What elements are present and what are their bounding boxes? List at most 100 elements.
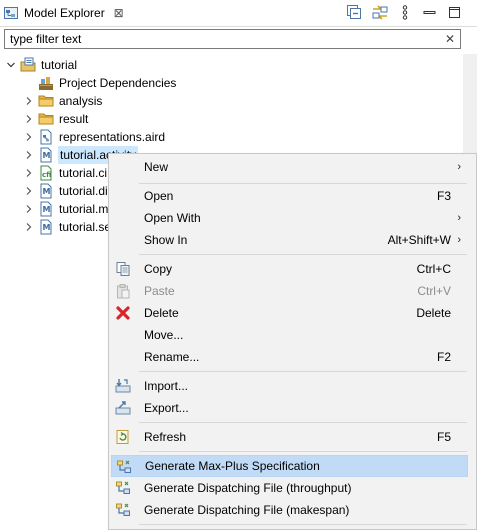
- menu-separator: [139, 451, 467, 452]
- refresh-icon: [115, 429, 131, 445]
- menu-item-delete[interactable]: Delete Delete: [111, 302, 468, 324]
- menu-item-show-in[interactable]: Show In Alt+Shift+W ›: [111, 229, 468, 251]
- collapsed-chevron-icon[interactable]: [24, 132, 34, 142]
- clear-filter-icon[interactable]: ✕: [442, 32, 458, 46]
- menu-item-shortcut: Ctrl+V: [417, 284, 451, 298]
- collapse-all-icon[interactable]: [346, 4, 363, 21]
- menu-item-open[interactable]: Open F3: [111, 185, 468, 207]
- model-file-icon: M: [38, 201, 54, 217]
- view-menu-icon[interactable]: [396, 4, 413, 21]
- tree-item-project-dependencies[interactable]: Project Dependencies: [24, 74, 177, 92]
- tree-item-label: tutorial: [41, 58, 78, 72]
- menu-item-shortcut: Ctrl+C: [416, 262, 451, 276]
- menu-item-open-with[interactable]: Open With ›: [111, 207, 468, 229]
- collapsed-chevron-icon[interactable]: [24, 150, 34, 160]
- menu-item-label: Move...: [144, 328, 184, 342]
- collapsed-chevron-icon[interactable]: [24, 222, 34, 232]
- collapsed-chevron-icon[interactable]: [24, 96, 34, 106]
- svg-text:cfi: cfi: [42, 171, 51, 179]
- menu-item-label: Paste: [144, 284, 175, 298]
- menu-item-export[interactable]: Export...: [111, 397, 468, 419]
- expanded-chevron-icon[interactable]: [6, 60, 16, 70]
- menu-separator: [139, 371, 467, 372]
- menu-item-label: Import...: [144, 379, 189, 393]
- menu-item-label: Generate Max-Plus Specification: [145, 459, 320, 473]
- tree-item-tutorial-di[interactable]: M tutorial.di: [24, 182, 109, 200]
- generate-icon: [115, 480, 131, 496]
- tree-item-label: tutorial.ci: [59, 166, 108, 180]
- copy-icon: [115, 261, 131, 277]
- menu-item-copy[interactable]: Copy Ctrl+C: [111, 258, 468, 280]
- submenu-arrow-icon: ›: [457, 212, 461, 224]
- menu-item-rename[interactable]: Rename... F2: [111, 346, 468, 368]
- menu-separator: [139, 183, 467, 184]
- svg-text:M: M: [43, 223, 51, 232]
- tree-item-result[interactable]: result: [24, 110, 89, 128]
- maximize-icon[interactable]: [446, 4, 463, 21]
- filter-field: ✕: [4, 29, 461, 49]
- menu-item-shortcut: F5: [436, 430, 451, 444]
- menu-item-generate-dispatching-throughput[interactable]: Generate Dispatching File (throughput): [111, 477, 468, 499]
- svg-text:M: M: [43, 151, 51, 160]
- menu-item-generate-max-plus-specification[interactable]: Generate Max-Plus Specification: [111, 455, 468, 477]
- menu-item-label: Rename...: [144, 350, 200, 364]
- tree-item-representations-aird[interactable]: representations.aird: [24, 128, 166, 146]
- tree-item-tutorial-se[interactable]: M tutorial.se: [24, 218, 112, 236]
- menu-item-generate-dispatching-makespan[interactable]: Generate Dispatching File (makespan): [111, 499, 468, 521]
- tree-item-label: representations.aird: [59, 130, 166, 144]
- view-header: Model Explorer ⊠: [0, 0, 477, 27]
- collapsed-chevron-icon[interactable]: [24, 186, 34, 196]
- model-file-icon: cfi: [38, 165, 54, 181]
- import-icon: [115, 378, 131, 394]
- menu-item-shortcut: Alt+Shift+W: [387, 233, 451, 247]
- menu-item-shortcut: F3: [436, 189, 451, 203]
- menu-separator: [139, 254, 467, 255]
- view-title: Model Explorer: [24, 6, 105, 20]
- model-explorer-tab[interactable]: Model Explorer ⊠: [2, 2, 125, 24]
- menu-item-refresh[interactable]: Refresh F5: [111, 426, 468, 448]
- menu-item-import[interactable]: Import...: [111, 375, 468, 397]
- tree-item-label: tutorial.se: [59, 220, 112, 234]
- menu-item-label: Open With: [144, 211, 201, 225]
- tree-item-analysis[interactable]: analysis: [24, 92, 103, 110]
- menu-separator: [139, 422, 467, 423]
- view-toolbar: [346, 4, 463, 21]
- menu-item-paste[interactable]: Paste Ctrl+V: [111, 280, 468, 302]
- model-explorer-icon: [4, 6, 18, 20]
- close-view-icon[interactable]: ⊠: [113, 6, 125, 20]
- tree-item-tutorial-m[interactable]: M tutorial.m: [24, 200, 109, 218]
- tree-item-tutorial-ci[interactable]: cfi tutorial.ci: [24, 164, 108, 182]
- submenu-arrow-icon: ›: [457, 161, 461, 173]
- generate-icon: [116, 459, 132, 475]
- tree-item-label: tutorial.m: [59, 202, 109, 216]
- menu-item-new[interactable]: New ›: [111, 156, 468, 178]
- project-dependencies-icon: [38, 75, 54, 91]
- menu-item-move[interactable]: Move...: [111, 324, 468, 346]
- link-with-editor-icon[interactable]: [371, 4, 388, 21]
- menu-item-label: New: [144, 160, 169, 174]
- tree-item-label: Project Dependencies: [59, 76, 177, 90]
- menu-item-label: Refresh: [144, 430, 187, 444]
- model-file-icon: M: [38, 183, 54, 199]
- collapsed-chevron-icon[interactable]: [24, 168, 34, 178]
- collapsed-chevron-icon[interactable]: [24, 114, 34, 124]
- menu-item-label: Copy: [144, 262, 173, 276]
- minimize-icon[interactable]: [421, 4, 438, 21]
- menu-item-label: Show In: [144, 233, 188, 247]
- svg-text:M: M: [43, 205, 51, 214]
- aird-file-icon: [38, 129, 54, 145]
- menu-item-shortcut: F2: [436, 350, 451, 364]
- menu-item-label: Generate Dispatching File (throughput): [144, 481, 352, 495]
- tree-item-label: result: [59, 112, 89, 126]
- tree-item-label: tutorial.di: [59, 184, 108, 198]
- delete-icon: [115, 305, 131, 321]
- filter-input[interactable]: [5, 31, 442, 47]
- export-icon: [115, 400, 131, 416]
- menu-item-label: Generate Dispatching File (makespan): [144, 503, 350, 517]
- tree-item-tutorial[interactable]: tutorial: [6, 56, 78, 74]
- collapsed-chevron-icon[interactable]: [24, 204, 34, 214]
- folder-icon: [38, 111, 54, 127]
- submenu-arrow-icon: ›: [457, 234, 461, 246]
- context-menu: New › Open F3 Open With › Show In Alt+Sh…: [108, 153, 477, 530]
